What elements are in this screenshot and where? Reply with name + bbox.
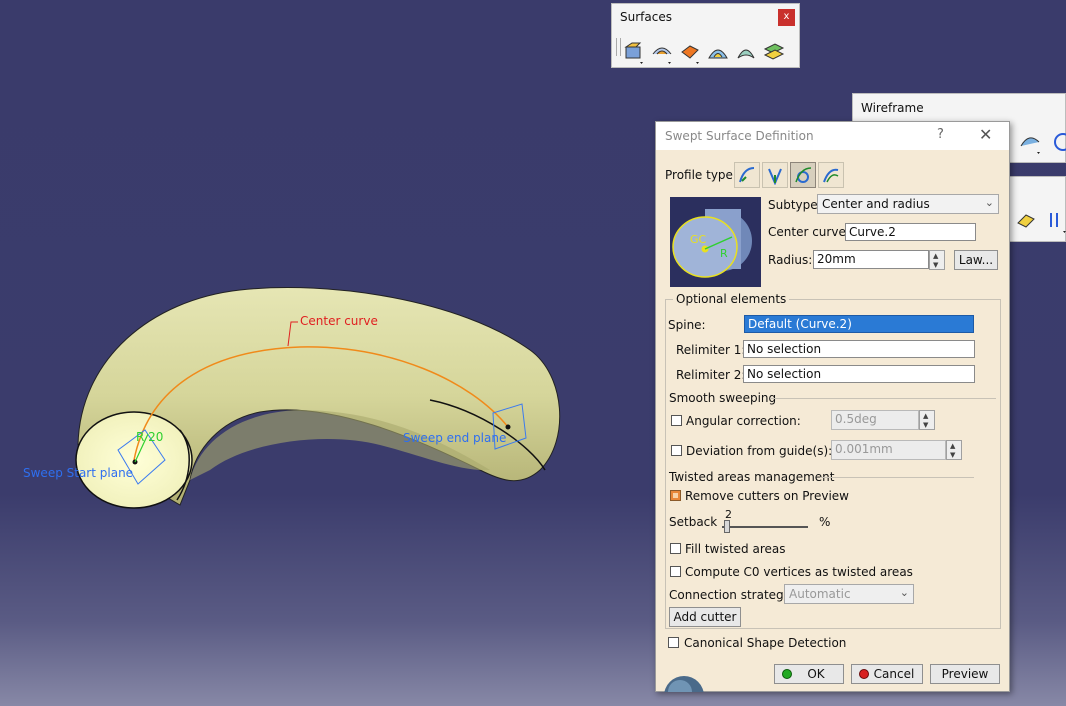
setback-unit: % <box>819 515 831 529</box>
connection-strategy-combo[interactable]: Automatic ⌄ <box>784 584 914 604</box>
wireframe-toolbar-title: Wireframe <box>861 101 924 115</box>
law-button[interactable]: Law... <box>954 250 998 270</box>
connection-strategy-label: Connection strategy: <box>669 588 794 602</box>
fill-twisted-checkbox[interactable] <box>670 543 681 554</box>
surfaces-toolbar-close-button[interactable]: x <box>778 9 795 26</box>
setback-label: Setback <box>669 515 718 529</box>
remove-cutters-label: Remove cutters on Preview <box>685 489 849 503</box>
subtype-value: Center and radius <box>822 197 930 211</box>
profile-type-label: Profile type: <box>665 168 737 182</box>
angular-correction-label: Angular correction: <box>686 414 801 428</box>
angular-correction-field[interactable]: 0.5deg <box>831 410 919 430</box>
connection-strategy-value: Automatic <box>789 587 851 601</box>
deviation-field[interactable]: 0.001mm <box>831 440 946 460</box>
cancel-button[interactable]: Cancel <box>851 664 923 684</box>
help-button[interactable]: ? <box>937 127 944 142</box>
setback-slider-handle[interactable] <box>724 520 730 533</box>
deviation-label: Deviation from guide(s): <box>686 444 833 458</box>
cancel-icon <box>859 669 869 679</box>
twisted-areas-separator <box>820 477 974 478</box>
angular-correction-checkbox[interactable] <box>671 415 682 426</box>
spine-field[interactable]: Default (Curve.2) <box>744 315 974 333</box>
relimiter1-field[interactable]: No selection <box>743 340 975 358</box>
preview-gc-label: GC <box>690 233 707 246</box>
split-icon[interactable] <box>1045 209 1066 233</box>
spline-icon[interactable] <box>1019 130 1043 154</box>
profile-type-circle-button[interactable] <box>790 162 816 188</box>
radius-field[interactable]: 20mm <box>813 250 929 269</box>
swept-surface-dialog[interactable]: Swept Surface Definition ? ✕ Profile typ… <box>655 121 1010 692</box>
end-plane-annotation: Sweep end plane <box>403 431 507 445</box>
remove-cutters-checkbox[interactable] <box>670 490 681 501</box>
deviation-checkbox[interactable] <box>671 445 682 456</box>
operations-toolbar[interactable] <box>1004 176 1066 242</box>
fill-surface-icon[interactable] <box>734 40 758 64</box>
center-curve-field[interactable]: Curve.2 <box>845 223 976 241</box>
canonical-shape-label: Canonical Shape Detection <box>684 636 847 650</box>
smooth-sweeping-label: Smooth sweeping <box>669 391 777 405</box>
spine-label: Spine: <box>668 318 706 332</box>
relimiter1-label: Relimiter 1: <box>676 343 746 357</box>
fill-twisted-label: Fill twisted areas <box>685 542 786 556</box>
cancel-label: Cancel <box>873 667 915 681</box>
twisted-areas-label: Twisted areas management <box>669 470 835 484</box>
ok-button[interactable]: OK <box>774 664 844 684</box>
ok-label: OK <box>807 667 825 681</box>
center-curve-label: Center curve: <box>768 225 850 239</box>
compute-c0-checkbox[interactable] <box>670 566 681 577</box>
extrude-surface-icon[interactable] <box>622 40 646 64</box>
revolve-surface-icon[interactable] <box>650 40 674 64</box>
chevron-down-icon: ⌄ <box>984 196 994 209</box>
profile-type-conic-button[interactable] <box>818 162 844 188</box>
multisection-surface-icon[interactable] <box>762 40 786 64</box>
radius-spinner[interactable]: ▲ ▼ <box>929 250 945 270</box>
profile-type-line-button[interactable] <box>762 162 788 188</box>
preview-r-label: R <box>720 247 728 260</box>
start-plane-annotation: Sweep Start plane <box>23 466 134 480</box>
surfaces-toolbar[interactable]: Surfaces x <box>611 3 800 68</box>
radius-label: Radius: <box>768 253 813 267</box>
join-icon[interactable] <box>1015 209 1039 233</box>
circle-icon[interactable] <box>1049 130 1066 154</box>
setback-slider-track[interactable] <box>722 526 808 528</box>
canonical-shape-checkbox[interactable] <box>668 637 679 648</box>
subtype-combo[interactable]: Center and radius ⌄ <box>817 194 999 214</box>
subtype-preview-image: GC R <box>670 197 761 287</box>
chevron-down-icon: ⌄ <box>899 586 909 599</box>
globe-icon <box>664 676 704 692</box>
add-cutter-button[interactable]: Add cutter <box>669 607 741 627</box>
relimiter2-label: Relimiter 2: <box>676 368 746 382</box>
compute-c0-label: Compute C0 vertices as twisted areas <box>685 565 913 579</box>
dialog-title: Swept Surface Definition <box>665 129 814 143</box>
dialog-titlebar[interactable]: Swept Surface Definition ? ✕ <box>656 122 1009 150</box>
subtype-label: Subtype: <box>768 198 822 212</box>
optional-elements-label: Optional elements <box>673 292 790 306</box>
deviation-spinner[interactable]: ▲ ▼ <box>946 440 962 460</box>
toolbar-grip[interactable] <box>616 38 621 56</box>
sweep-surface-icon[interactable] <box>706 40 730 64</box>
center-curve-annotation: Center curve <box>300 314 378 328</box>
preview-button[interactable]: Preview <box>930 664 1000 684</box>
relimiter2-field[interactable]: No selection <box>743 365 975 383</box>
smooth-sweeping-separator <box>770 398 996 399</box>
angular-correction-spinner[interactable]: ▲ ▼ <box>919 410 935 430</box>
ok-icon <box>782 669 792 679</box>
profile-type-explicit-button[interactable] <box>734 162 760 188</box>
radius-annotation: R 20 <box>136 430 164 444</box>
surfaces-toolbar-title: Surfaces <box>620 10 672 24</box>
close-button[interactable]: ✕ <box>979 125 992 144</box>
offset-surface-icon[interactable] <box>678 40 702 64</box>
